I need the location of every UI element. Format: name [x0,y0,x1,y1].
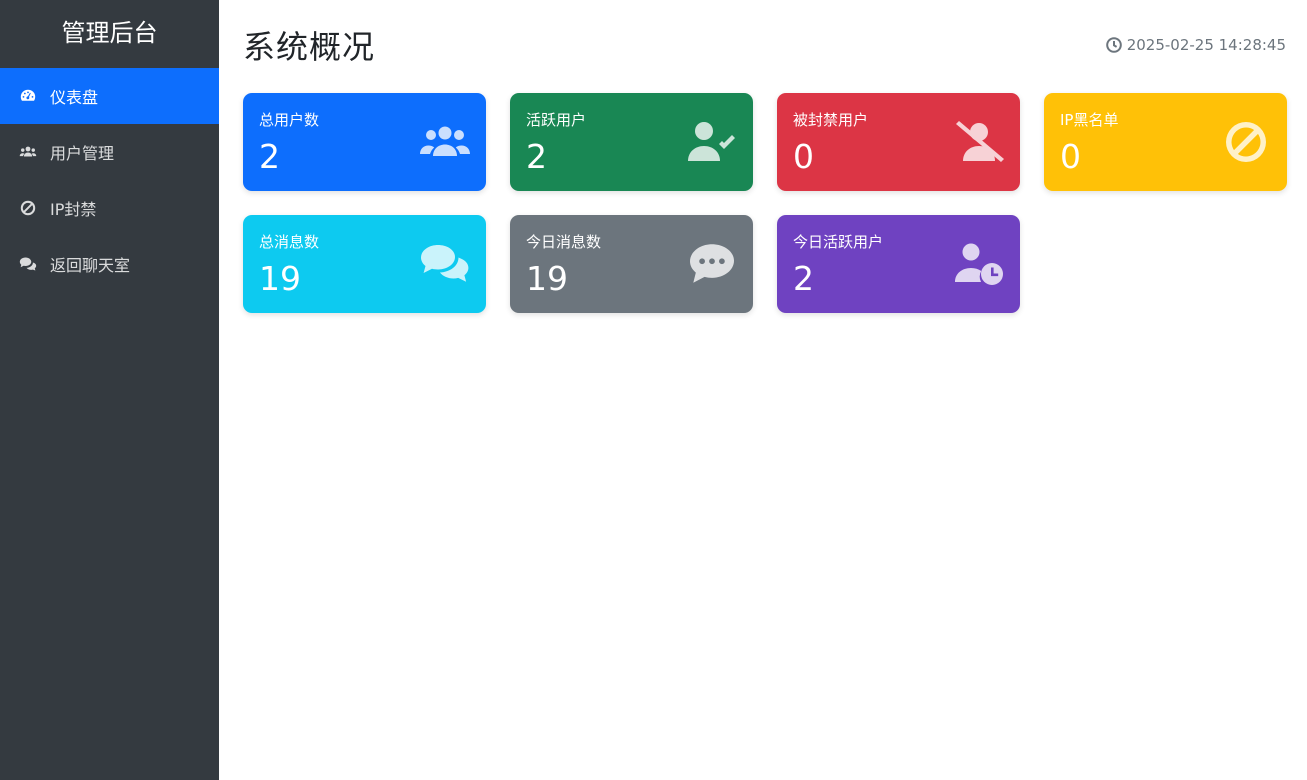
card-label: 总消息数 [259,233,320,251]
card-value: 0 [1060,137,1081,176]
card-value: 2 [793,259,814,298]
card-label: 总用户数 [259,111,320,129]
stat-card-total-users[interactable]: 总用户数 2 [243,93,486,191]
card-label: 今日活跃用户 [793,233,884,251]
brand-title: 管理后台 [61,18,158,47]
card-value: 2 [259,137,280,176]
ban-icon [17,199,39,217]
stat-card-banned-users[interactable]: 被封禁用户 0 [777,93,1020,191]
comments-icon [418,241,472,287]
page-title: 系统概况 [243,28,376,66]
stat-card-ip-blacklist[interactable]: IP黑名单 0 [1044,93,1287,191]
user-slash-icon [952,119,1006,165]
card-label: 活跃用户 [526,111,587,129]
sidebar-item-ip-ban[interactable]: IP封禁 [0,180,219,236]
main-content: 系统概况 2025-02-25 14:28:45 总用户数 2 活跃用户 2 被… [219,0,1307,780]
stat-card-today-messages[interactable]: 今日消息数 19 [510,215,753,313]
user-clock-icon [952,241,1006,287]
card-label: IP黑名单 [1060,111,1119,129]
users-icon [17,143,39,161]
sidebar-item-chatroom[interactable]: 返回聊天室 [0,236,219,292]
ban-icon [1219,119,1273,165]
sidebar-item-label: 用户管理 [50,144,115,163]
stat-card-total-messages[interactable]: 总消息数 19 [243,215,486,313]
card-label: 今日消息数 [526,233,602,251]
stat-card-today-active-users[interactable]: 今日活跃用户 2 [777,215,1020,313]
sidebar: 管理后台 仪表盘 用户管理 IP封禁 返回聊天室 [0,0,219,780]
stats-grid: 总用户数 2 活跃用户 2 被封禁用户 0 IP黑名单 0 总消息数 19 今日… [243,93,1287,313]
card-value: 19 [526,259,568,298]
current-datetime: 2025-02-25 14:28:45 [1105,36,1286,54]
comment-dots-icon [685,241,739,287]
users-icon [418,119,472,165]
user-check-icon [685,119,739,165]
card-value: 2 [526,137,547,176]
stat-card-active-users[interactable]: 活跃用户 2 [510,93,753,191]
sidebar-item-users[interactable]: 用户管理 [0,124,219,180]
sidebar-nav: 仪表盘 用户管理 IP封禁 返回聊天室 [0,68,219,292]
card-value: 0 [793,137,814,176]
clock-icon [1105,37,1122,53]
sidebar-item-label: 返回聊天室 [50,256,131,275]
datetime-text: 2025-02-25 14:28:45 [1126,36,1286,54]
card-label: 被封禁用户 [793,111,869,129]
sidebar-item-dashboard[interactable]: 仪表盘 [0,68,219,124]
sidebar-item-label: IP封禁 [50,200,97,219]
sidebar-item-label: 仪表盘 [50,88,99,107]
comments-icon [17,255,39,273]
dashboard-icon [17,87,39,105]
card-value: 19 [259,259,301,298]
